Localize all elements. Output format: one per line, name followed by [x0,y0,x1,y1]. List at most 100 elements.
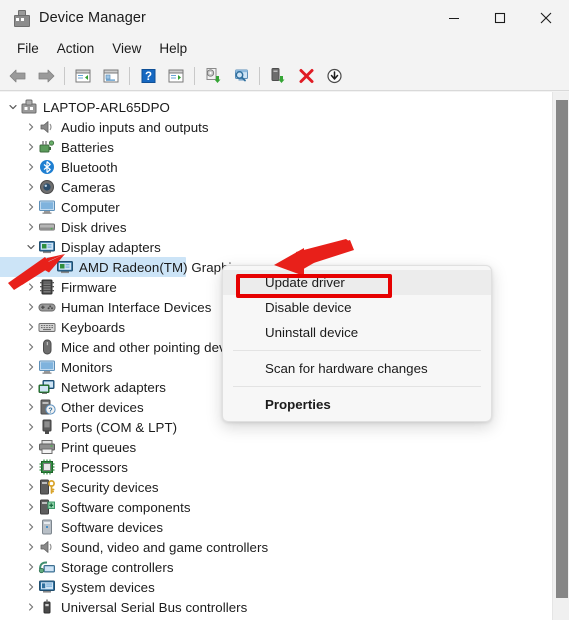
context-menu-separator-2 [233,386,481,387]
tree-item-content: Keyboards [24,317,125,337]
tree-item-disk-drives[interactable]: Disk drives [0,217,552,237]
chevron-right-icon[interactable] [24,417,38,437]
properties-button[interactable] [162,63,190,89]
chevron-right-icon[interactable] [24,597,38,617]
tree-item-content: Computer [24,197,120,217]
tree-item-content: Audio inputs and outputs [24,117,209,137]
toolbar: ? [0,61,569,91]
menu-view[interactable]: View [103,38,150,59]
menu-file[interactable]: File [8,38,48,59]
disable-device-button[interactable] [320,63,348,89]
tree-item-label: Network adapters [61,379,167,395]
tree-item-sound-video-and-game-controllers[interactable]: Sound, video and game controllers [0,537,552,557]
chevron-right-icon[interactable] [24,297,38,317]
close-button[interactable] [523,0,569,36]
tree-item-bluetooth[interactable]: Bluetooth [0,157,552,177]
chevron-right-icon[interactable] [24,177,38,197]
chevron-right-icon[interactable] [24,377,38,397]
tree-item-content: System devices [24,577,155,597]
tree-item-label: Keyboards [61,319,126,335]
tree-item-content: Display adapters [24,237,161,257]
vertical-scrollbar[interactable] [552,92,569,620]
chevron-down-icon[interactable] [24,237,38,257]
tree-item-display-adapters[interactable]: Display adapters [0,237,552,257]
up-one-level-button[interactable] [69,63,97,89]
tree-item-label: Audio inputs and outputs [61,119,209,135]
tree-item-universal-serial-bus-controllers[interactable]: Universal Serial Bus controllers [0,597,552,617]
context-menu-update-driver[interactable]: Update driver [223,270,491,295]
menu-help[interactable]: Help [150,38,196,59]
chevron-right-icon[interactable] [24,397,38,417]
chevron-right-icon[interactable] [24,577,38,597]
context-menu-uninstall-device[interactable]: Uninstall device [223,320,491,345]
chevron-right-icon[interactable] [24,317,38,337]
chevron-right-icon[interactable] [24,477,38,497]
tree-item-laptop-arl65dpo[interactable]: LAPTOP-ARL65DPO [0,97,552,117]
chevron-down-icon[interactable] [6,97,20,117]
chevron-right-icon[interactable] [24,537,38,557]
uninstall-device-button[interactable] [292,63,320,89]
tree-item-cameras[interactable]: Cameras [0,177,552,197]
camera-icon [38,178,56,196]
tree-item-security-devices[interactable]: Security devices [0,477,552,497]
show-hide-console-tree-button[interactable] [97,63,125,89]
chevron-right-icon[interactable] [24,277,38,297]
update-driver-button[interactable] [199,63,227,89]
context-menu-properties[interactable]: Properties [223,392,491,417]
system-device-icon [38,578,56,596]
tree-item-content: Firmware [24,277,117,297]
chevron-right-icon[interactable] [24,157,38,177]
tree-item-content: ? Other devices [24,397,144,417]
software-device-icon [38,518,56,536]
chevron-right-icon[interactable] [24,337,38,357]
tree-item-computer[interactable]: Computer [0,197,552,217]
context-menu-scan-hardware-changes[interactable]: Scan for hardware changes [223,356,491,381]
maximize-button[interactable] [477,0,523,36]
tree-item-storage-controllers[interactable]: Storage controllers [0,557,552,577]
vertical-scrollbar-thumb[interactable] [556,100,568,598]
toolbar-separator-2 [129,66,130,85]
toolbar-separator-4 [259,66,260,85]
tree-item-audio-inputs-and-outputs[interactable]: Audio inputs and outputs [0,117,552,137]
tree-item-software-devices[interactable]: Software devices [0,517,552,537]
minimize-button[interactable] [431,0,477,36]
tree-item-content: Disk drives [24,217,127,237]
chevron-right-icon[interactable] [24,457,38,477]
enable-device-button[interactable] [264,63,292,89]
tree-item-label: Other devices [61,399,144,415]
other-device-icon: ? [38,398,56,416]
forward-button[interactable] [32,63,60,89]
tree-item-content: Print queues [24,437,136,457]
chevron-right-icon[interactable] [24,217,38,237]
chevron-right-icon[interactable] [24,357,38,377]
tree-item-label: Security devices [61,479,159,495]
tree-item-content: Storage controllers [24,557,174,577]
chevron-right-icon[interactable] [24,497,38,517]
tree-item-processors[interactable]: Processors [0,457,552,477]
tree-item-batteries[interactable]: Batteries [0,137,552,157]
tree-item-label: Human Interface Devices [61,299,212,315]
back-button[interactable] [4,63,32,89]
disk-drive-icon [38,218,56,236]
tree-item-system-devices[interactable]: System devices [0,577,552,597]
chevron-right-icon[interactable] [24,557,38,577]
chevron-right-icon[interactable] [24,197,38,217]
tree-item-content: Processors [24,457,128,477]
tree-item-print-queues[interactable]: Print queues [0,437,552,457]
chevron-right-icon[interactable] [24,117,38,137]
tree-item-software-components[interactable]: Software components [0,497,552,517]
tree-item-label: Universal Serial Bus controllers [61,599,248,615]
tree-item-label: Firmware [61,279,117,295]
tree-item-content: Software components [24,497,191,517]
chevron-right-icon[interactable] [24,437,38,457]
context-menu-disable-device[interactable]: Disable device [223,295,491,320]
tree-item-label: Batteries [61,139,114,155]
tree-item-label: Sound, video and game controllers [61,539,269,555]
title-bar: Device Manager [0,0,569,37]
scan-hardware-changes-button[interactable] [227,63,255,89]
help-button[interactable]: ? [134,63,162,89]
chevron-right-icon[interactable] [24,137,38,157]
chevron-right-icon[interactable] [24,517,38,537]
menu-action[interactable]: Action [48,38,104,59]
speaker-icon [38,538,56,556]
